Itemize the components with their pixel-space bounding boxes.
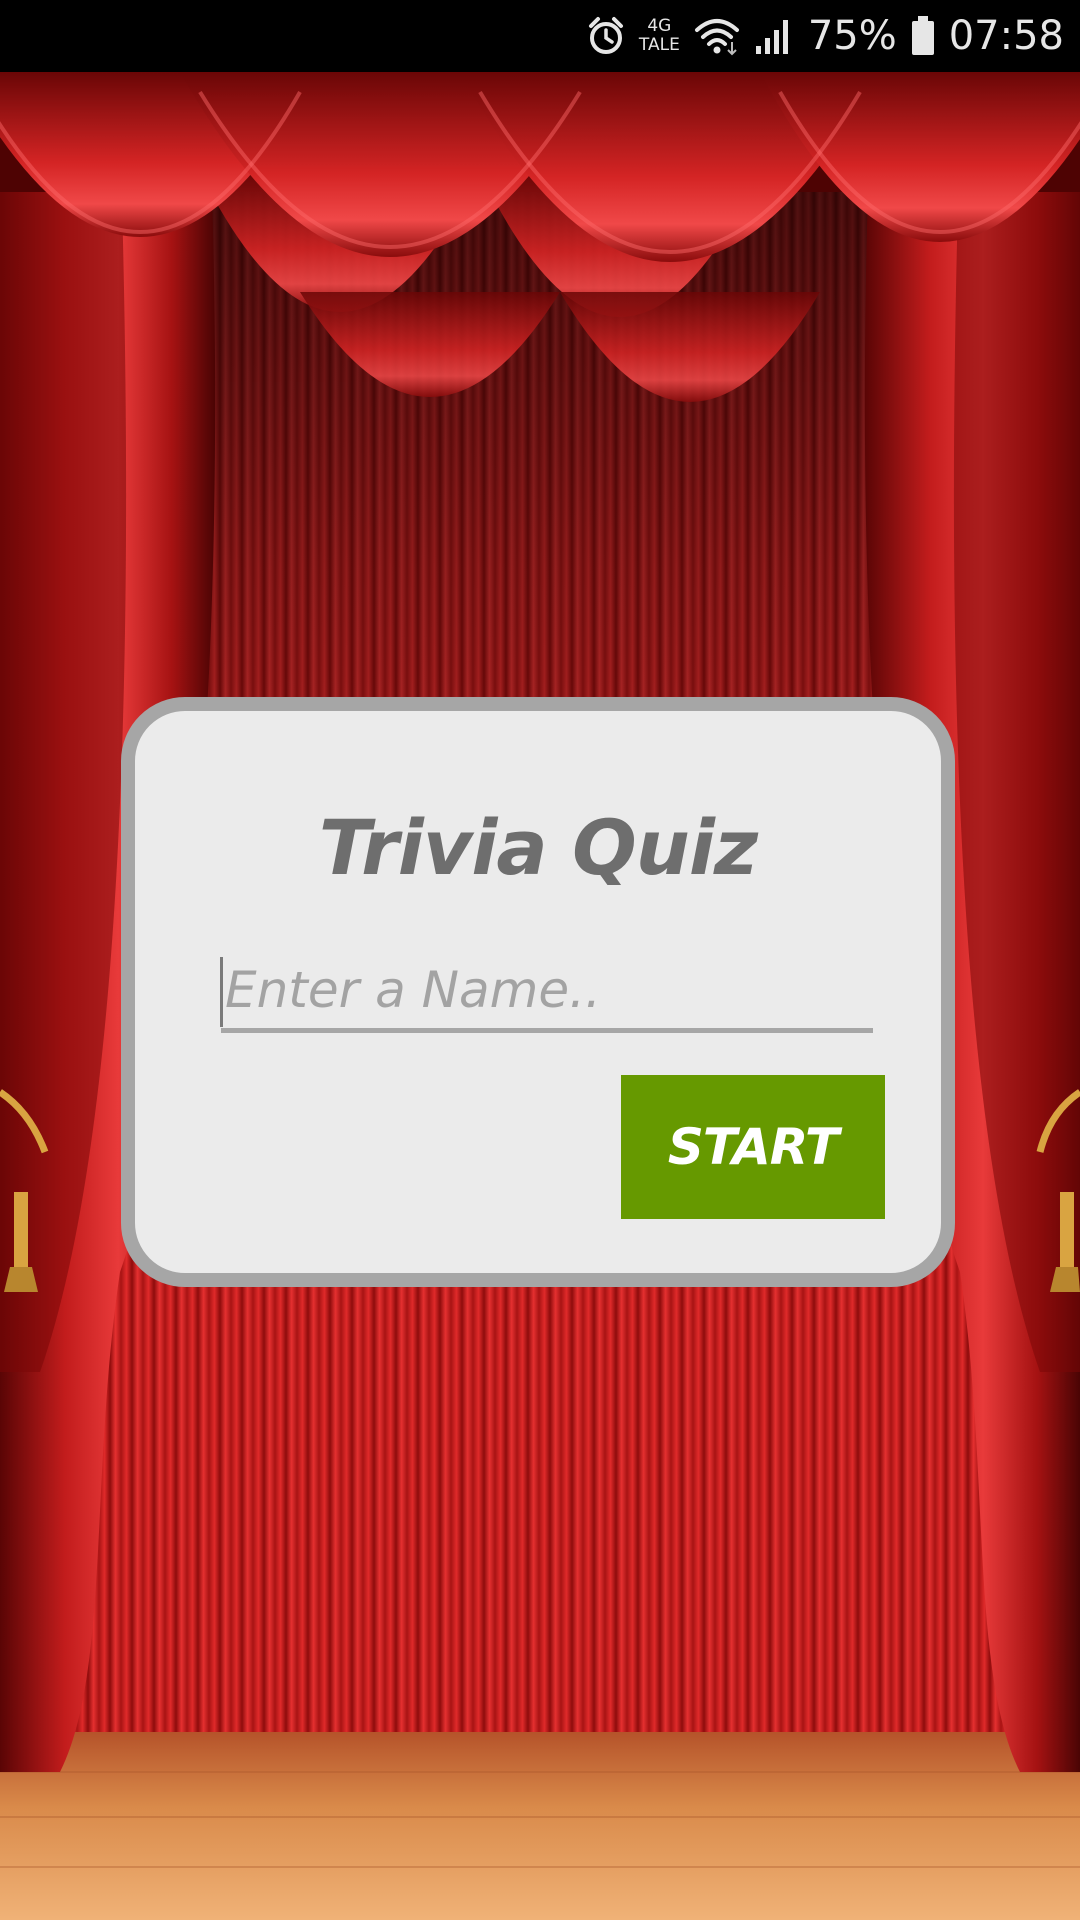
battery-icon (911, 16, 935, 56)
name-input[interactable] (221, 951, 873, 1029)
network-type-bottom: TALE (638, 35, 680, 55)
network-type-label: 4G TALE (639, 17, 680, 55)
alarm-icon (587, 16, 625, 56)
battery-percentage: 75% (807, 13, 897, 59)
start-button[interactable]: START (621, 1075, 885, 1219)
signal-icon (754, 16, 794, 56)
text-cursor (220, 957, 223, 1027)
network-type-top: 4G (647, 16, 672, 36)
name-field-container (221, 951, 873, 1033)
quiz-card: Trivia Quiz START (121, 697, 955, 1287)
wifi-icon (694, 16, 740, 56)
clock-time: 07:58 (948, 13, 1064, 59)
quiz-title: Trivia Quiz (318, 803, 758, 892)
status-bar: 4G TALE 75% 07:58 (0, 0, 1080, 72)
